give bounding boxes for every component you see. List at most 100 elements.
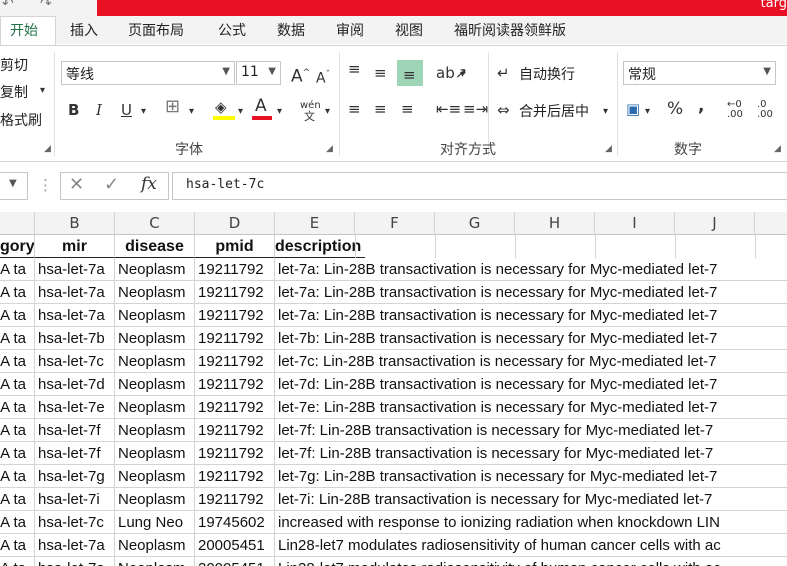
description-cell[interactable]: let-7f: Lin-28B transactivation is neces… xyxy=(275,419,787,442)
pmid-cell[interactable]: 19211792 xyxy=(195,419,275,442)
mir-cell[interactable]: hsa-let-7a xyxy=(35,304,115,327)
pmid-cell[interactable]: 19211792 xyxy=(195,327,275,350)
decrease-indent-icon[interactable]: ⇤≡ xyxy=(436,100,461,118)
column-header-c[interactable]: C xyxy=(115,212,195,234)
tab-data[interactable]: 数据 xyxy=(277,20,305,40)
copy-button[interactable]: 复制 xyxy=(0,82,28,102)
align-middle-icon[interactable]: ≡ xyxy=(374,64,387,82)
enter-icon[interactable]: ✓ xyxy=(104,176,119,194)
mir-cell[interactable]: hsa-let-7c xyxy=(35,511,115,534)
orientation-dropdown-icon[interactable]: ▾ xyxy=(460,66,465,84)
description-cell[interactable]: Lin28-let7 modulates radiosensitivity of… xyxy=(275,557,787,566)
percent-button[interactable]: % xyxy=(667,100,683,118)
mir-cell[interactable]: hsa-let-7d xyxy=(35,373,115,396)
merge-dropdown-icon[interactable]: ▾ xyxy=(603,103,608,121)
pmid-cell[interactable]: 19211792 xyxy=(195,373,275,396)
column-header-a[interactable] xyxy=(0,212,35,234)
disease-cell[interactable]: Neoplasm xyxy=(115,557,195,566)
tab-review[interactable]: 审阅 xyxy=(336,20,364,40)
grow-font-button[interactable]: A^ xyxy=(291,64,310,86)
column-header-k[interactable] xyxy=(755,212,787,234)
fill-color-button[interactable]: ◈ xyxy=(212,98,236,122)
disease-cell[interactable]: Neoplasm xyxy=(115,465,195,488)
undo-icon[interactable]: ↶ xyxy=(2,0,14,12)
header-description-cell[interactable]: description xyxy=(275,235,365,258)
pmid-cell[interactable]: 20005451 xyxy=(195,534,275,557)
format-painter-button[interactable]: 格式刷 xyxy=(0,110,42,130)
tab-foxit[interactable]: 福昕阅读器领鲜版 xyxy=(454,20,566,40)
bold-button[interactable]: B xyxy=(68,101,79,119)
disease-cell[interactable]: Neoplasm xyxy=(115,258,195,281)
column-header-f[interactable]: F xyxy=(355,212,435,234)
mir-cell[interactable]: hsa-let-7b xyxy=(35,327,115,350)
insert-function-button[interactable]: fx xyxy=(141,175,157,193)
description-cell[interactable]: let-7f: Lin-28B transactivation is neces… xyxy=(275,442,787,465)
accounting-format-icon[interactable]: ▣ xyxy=(626,100,640,118)
description-cell[interactable]: let-7g: Lin-28B transactivation is neces… xyxy=(275,465,787,488)
font-launcher-icon[interactable]: ◢ xyxy=(326,144,333,154)
category-cell[interactable]: IA ta xyxy=(0,557,35,566)
header-mir-cell[interactable]: mir xyxy=(35,235,115,258)
pmid-cell[interactable]: 19211792 xyxy=(195,281,275,304)
column-header-i[interactable]: I xyxy=(595,212,675,234)
disease-cell[interactable]: Neoplasm xyxy=(115,304,195,327)
more-options-icon[interactable]: ⋮ xyxy=(38,176,53,194)
align-bottom-button[interactable]: ≡ xyxy=(397,60,423,86)
cut-button[interactable]: 剪切 xyxy=(0,55,28,75)
redo-icon[interactable]: ↷ xyxy=(40,0,52,12)
disease-cell[interactable]: Neoplasm xyxy=(115,281,195,304)
description-cell[interactable]: let-7b: Lin-28B transactivation is neces… xyxy=(275,327,787,350)
disease-cell[interactable]: Neoplasm xyxy=(115,419,195,442)
formula-input[interactable]: hsa-let-7c xyxy=(172,172,787,200)
pmid-cell[interactable]: 19211792 xyxy=(195,465,275,488)
comma-button[interactable]: , xyxy=(698,97,704,115)
column-header-d[interactable]: D xyxy=(195,212,275,234)
pmid-cell[interactable]: 19211792 xyxy=(195,442,275,465)
increase-decimal-button[interactable]: ←0.00 xyxy=(727,100,743,120)
font-name-dropdown[interactable]: 等线 ▼ xyxy=(61,61,235,85)
underline-dropdown-icon[interactable]: ▾ xyxy=(141,103,146,121)
category-cell[interactable]: IA ta xyxy=(0,488,35,511)
increase-indent-icon[interactable]: ≡⇥ xyxy=(463,100,488,118)
decrease-decimal-button[interactable]: .0.00 xyxy=(757,100,773,120)
disease-cell[interactable]: Neoplasm xyxy=(115,442,195,465)
description-cell[interactable]: increased with response to ionizing radi… xyxy=(275,511,787,534)
category-cell[interactable]: IA ta xyxy=(0,304,35,327)
mir-cell[interactable]: hsa-let-7a xyxy=(35,557,115,566)
align-left-icon[interactable]: ≡ xyxy=(348,100,361,118)
description-cell[interactable]: let-7a: Lin-28B transactivation is neces… xyxy=(275,304,787,327)
category-cell[interactable]: IA ta xyxy=(0,258,35,281)
mir-cell[interactable]: hsa-let-7i xyxy=(35,488,115,511)
description-cell[interactable]: let-7a: Lin-28B transactivation is neces… xyxy=(275,258,787,281)
category-cell[interactable]: IA ta xyxy=(0,465,35,488)
font-color-button[interactable]: A xyxy=(252,97,274,122)
pmid-cell[interactable]: 19211792 xyxy=(195,258,275,281)
align-right-icon[interactable]: ≡ xyxy=(401,100,414,118)
font-size-dropdown[interactable]: 11 ▼ xyxy=(236,61,281,85)
merge-center-button[interactable]: 合并后居中 xyxy=(519,101,589,121)
borders-icon[interactable]: ⊞ xyxy=(165,98,180,116)
disease-cell[interactable]: Neoplasm xyxy=(115,350,195,373)
disease-cell[interactable]: Neoplasm xyxy=(115,488,195,511)
header-category-cell[interactable]: gory xyxy=(0,235,35,258)
mir-cell[interactable]: hsa-let-7a xyxy=(35,534,115,557)
pmid-cell[interactable]: 19211792 xyxy=(195,488,275,511)
description-cell[interactable]: let-7a: Lin-28B transactivation is neces… xyxy=(275,281,787,304)
number-format-dropdown[interactable]: 常规 ▼ xyxy=(623,61,776,85)
pmid-cell[interactable]: 20005451 xyxy=(195,557,275,566)
accounting-dropdown-icon[interactable]: ▾ xyxy=(645,103,650,121)
description-cell[interactable]: Lin28-let7 modulates radiosensitivity of… xyxy=(275,534,787,557)
tab-formulas[interactable]: 公式 xyxy=(218,20,246,40)
underline-button[interactable]: U xyxy=(121,101,132,119)
pmid-cell[interactable]: 19211792 xyxy=(195,304,275,327)
clipboard-launcher-icon[interactable]: ◢ xyxy=(44,144,51,154)
header-disease-cell[interactable]: disease xyxy=(115,235,195,258)
category-cell[interactable]: IA ta xyxy=(0,534,35,557)
mir-cell[interactable]: hsa-let-7a xyxy=(35,281,115,304)
tab-view[interactable]: 视图 xyxy=(395,20,423,40)
description-cell[interactable]: let-7e: Lin-28B transactivation is neces… xyxy=(275,396,787,419)
column-header-e[interactable]: E xyxy=(275,212,355,234)
phonetic-dropdown-icon[interactable]: ▾ xyxy=(325,103,330,121)
category-cell[interactable]: IA ta xyxy=(0,350,35,373)
mir-cell[interactable]: hsa-let-7f xyxy=(35,442,115,465)
